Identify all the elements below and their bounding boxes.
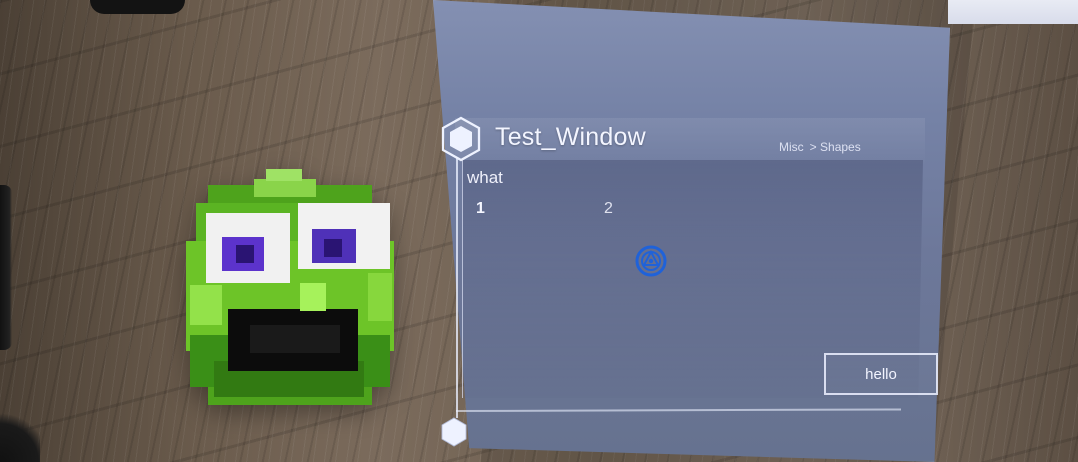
pixel-creature-image [186, 169, 394, 405]
circle-target-icon[interactable] [634, 244, 668, 278]
tab-2[interactable]: 2 [604, 200, 613, 218]
hexagon-icon[interactable] [438, 416, 470, 448]
background-object [90, 0, 185, 14]
background-object [948, 0, 1078, 24]
breadcrumb: Misc > Shapes [779, 140, 861, 154]
tab-1[interactable]: 1 [476, 200, 485, 218]
breadcrumb-item[interactable]: Misc [779, 140, 804, 154]
background-object [0, 405, 40, 462]
hello-button[interactable]: hello [824, 353, 938, 395]
hexagon-icon[interactable] [438, 116, 484, 162]
window-title: Test_Window [495, 123, 646, 151]
content-label: what [467, 168, 503, 187]
frame-edge [456, 158, 458, 418]
background-object [0, 185, 12, 350]
breadcrumb-item[interactable]: > Shapes [810, 140, 861, 154]
